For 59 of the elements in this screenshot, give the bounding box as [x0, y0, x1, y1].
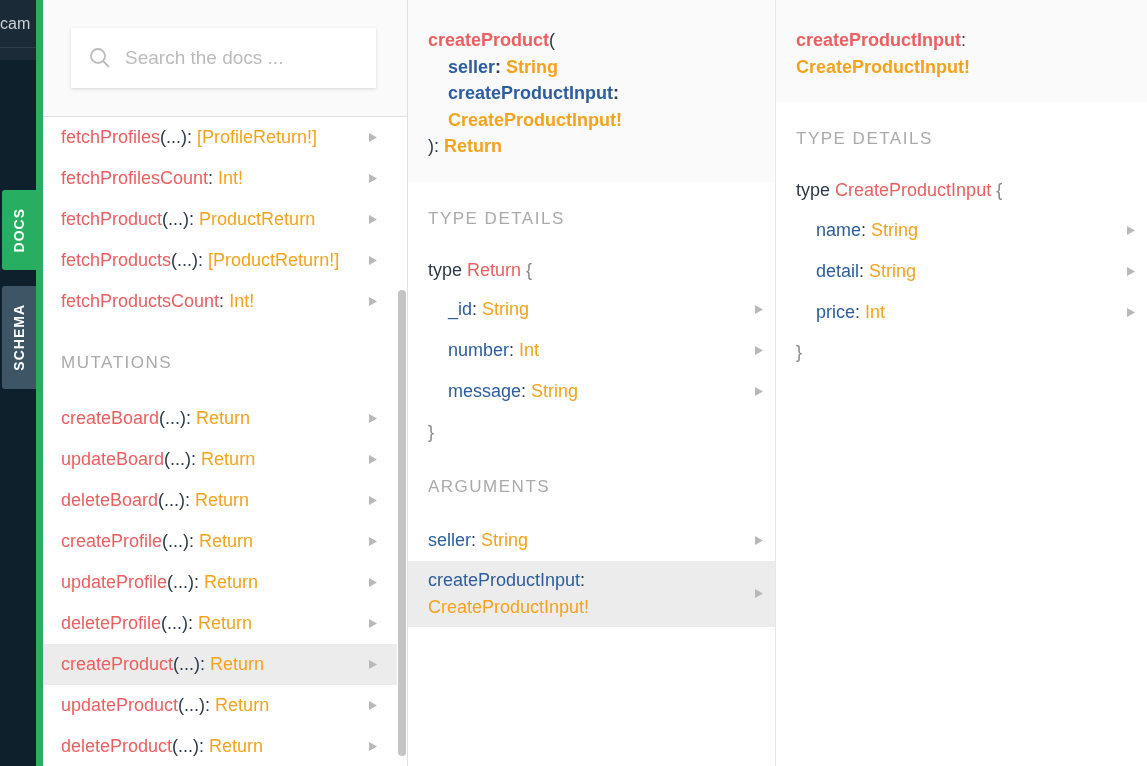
- type-field[interactable]: _id: String: [408, 289, 775, 330]
- section-heading: ARGUMENTS: [427, 476, 552, 498]
- argument-row[interactable]: seller: String: [408, 519, 775, 561]
- field-row[interactable]: deleteProfile(...): Return: [43, 602, 397, 644]
- caret-icon: [755, 535, 763, 545]
- caret-icon: [369, 741, 377, 751]
- type-field[interactable]: price: Int: [776, 291, 1147, 333]
- caret-icon: [369, 700, 377, 710]
- field-row[interactable]: fetchProfilesCount: Int!: [43, 158, 397, 199]
- caret-icon: [369, 174, 377, 183]
- argument-row[interactable]: createProductInput: CreateProductInput!: [408, 560, 775, 627]
- caret-icon: [369, 577, 377, 587]
- field-row[interactable]: createProfile(...): Return: [43, 520, 397, 562]
- caret-icon: [1127, 307, 1135, 317]
- type-field[interactable]: name: String: [776, 209, 1147, 251]
- field-row[interactable]: createProduct(...): Return: [43, 643, 397, 685]
- caret-icon: [369, 215, 377, 224]
- scrollbar[interactable]: [398, 290, 406, 756]
- field-row[interactable]: fetchProductsCount: Int!: [43, 281, 397, 322]
- section-heading: MUTATIONS: [60, 352, 174, 374]
- caret-icon: [755, 346, 763, 355]
- caret-icon: [369, 133, 377, 142]
- caret-icon: [755, 387, 763, 396]
- caret-icon: [1127, 266, 1135, 276]
- field-row[interactable]: fetchProfiles(...): [ProfileReturn!]: [43, 117, 397, 158]
- search-field[interactable]: Search the docs ...: [71, 28, 376, 88]
- search-icon: [89, 47, 111, 69]
- field-row[interactable]: fetchProduct(...): ProductReturn: [43, 199, 397, 240]
- closing-brace: }: [427, 420, 435, 444]
- type-field[interactable]: detail: String: [776, 250, 1147, 292]
- caret-icon: [369, 495, 377, 505]
- section-heading: TYPE DETAILS: [795, 128, 934, 150]
- caret-icon: [755, 589, 763, 598]
- sidebar-tab[interactable]: SCHEMA: [2, 286, 36, 390]
- caret-icon: [1127, 225, 1135, 235]
- caret-icon: [369, 413, 377, 423]
- field-row[interactable]: fetchProducts(...): [ProductReturn!]: [43, 240, 397, 281]
- field-row[interactable]: updateProduct(...): Return: [43, 684, 397, 726]
- type-field[interactable]: number: Int: [408, 330, 775, 371]
- section-heading: TYPE DETAILS: [427, 207, 566, 230]
- field-signature: createProductInput: CreateProductInput!: [776, 0, 1147, 102]
- type-declaration: type CreateProductInput {: [795, 179, 1004, 202]
- field-row[interactable]: updateBoard(...): Return: [43, 438, 397, 480]
- type-declaration: type Return {: [427, 258, 534, 282]
- caret-icon: [755, 305, 763, 314]
- field-signature: createProduct( seller: String createProductInput: CreateProductInput! ): Return: [408, 0, 775, 182]
- field-row[interactable]: deleteBoard(...): Return: [43, 479, 397, 521]
- caret-icon: [369, 454, 377, 464]
- caret-icon: [369, 256, 377, 265]
- caret-icon: [369, 659, 377, 669]
- field-row[interactable]: updateProfile(...): Return: [43, 561, 397, 603]
- caret-icon: [369, 297, 377, 306]
- field-row[interactable]: deleteProduct(...): Return: [43, 725, 397, 766]
- type-field[interactable]: message: String: [408, 371, 775, 412]
- caret-icon: [369, 618, 377, 628]
- tab-title[interactable]: cam: [0, 11, 31, 36]
- caret-icon: [369, 536, 377, 546]
- field-row[interactable]: createBoard(...): Return: [43, 397, 397, 439]
- closing-brace: }: [795, 341, 803, 364]
